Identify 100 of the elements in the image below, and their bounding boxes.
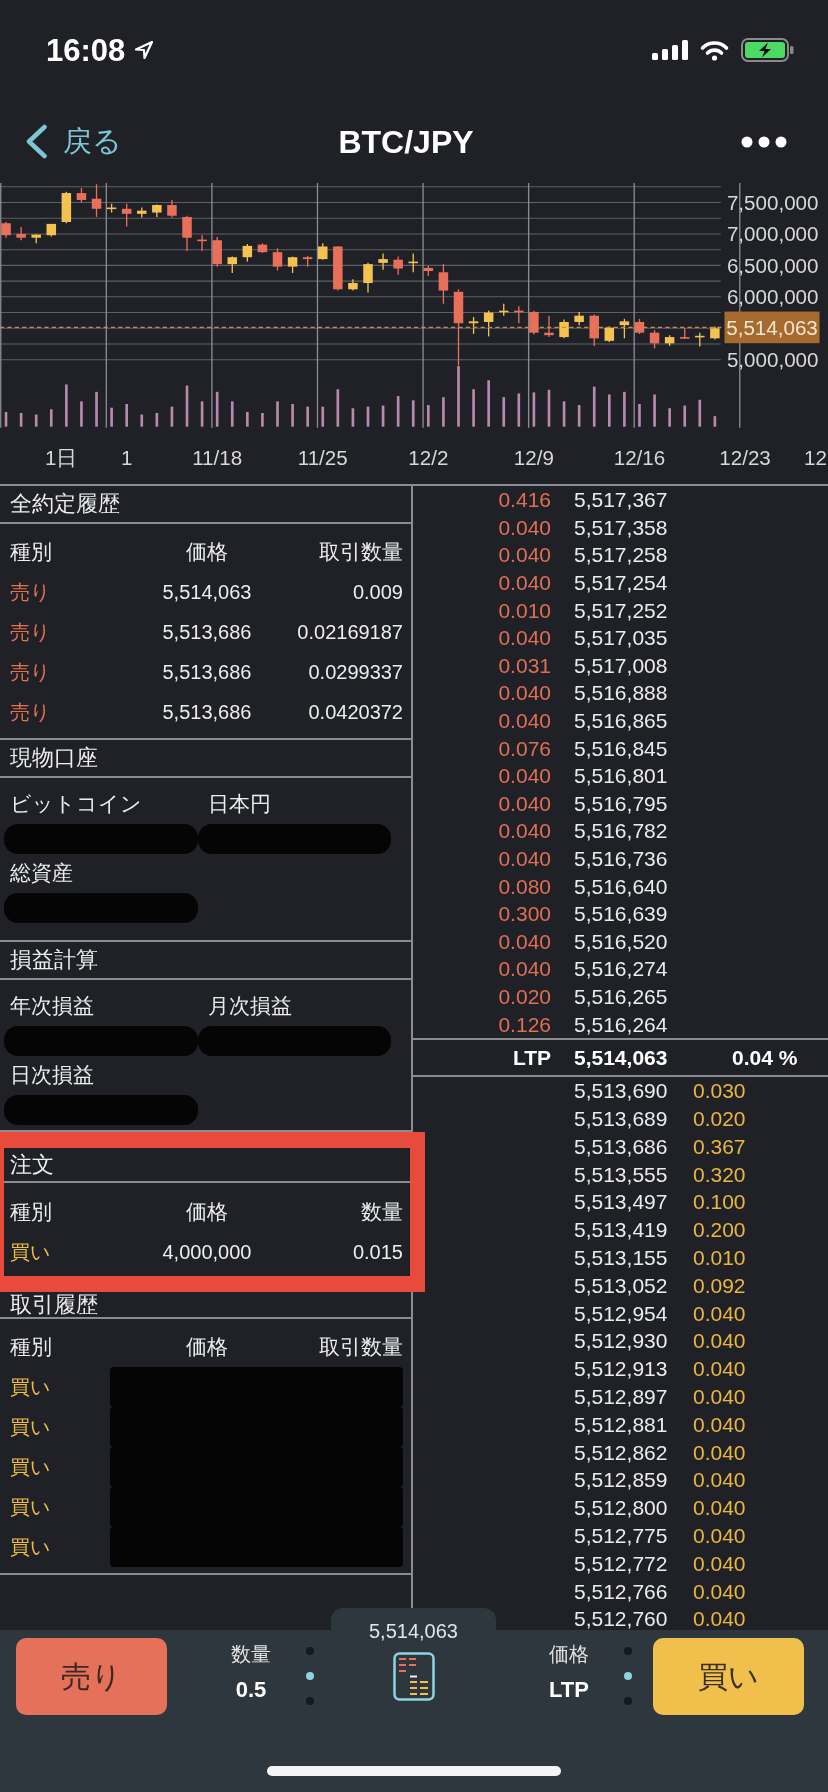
ask-amount: 0.416: [498, 489, 551, 511]
amount-value: 0.0299337: [308, 660, 403, 684]
wifi-icon: [699, 39, 730, 61]
ask-price: 5,516,736: [574, 848, 668, 869]
bid-amount: 0.040: [693, 1441, 746, 1463]
ask-price: 5,517,008: [574, 654, 668, 676]
back-button[interactable]: 戻る: [25, 124, 122, 159]
section-title: 全約定履歴: [10, 490, 120, 518]
candlestick: [212, 236, 222, 268]
ask-amount: 0.040: [498, 958, 551, 980]
bid-price: 5,513,155: [574, 1247, 668, 1269]
candlestick: [499, 303, 509, 317]
section-title: 注文: [10, 1151, 54, 1179]
field-label: 総資産: [10, 860, 73, 886]
bid-price: 5,512,930: [574, 1330, 668, 1352]
ask-amount: 0.040: [498, 930, 551, 952]
candlestick: [152, 203, 162, 218]
bid-amount: 0.040: [693, 1469, 746, 1491]
more-icon[interactable]: [741, 135, 787, 148]
field-label: 日本円: [208, 791, 271, 817]
location-arrow-icon: [134, 40, 155, 60]
bid-price: 5,513,052: [574, 1274, 668, 1296]
ask-amount: 0.010: [498, 599, 551, 621]
ask-price: 5,517,367: [574, 489, 668, 511]
candlestick: [664, 334, 675, 347]
bid-amount: 0.040: [693, 1552, 746, 1574]
ask-price: 5,516,888: [574, 682, 668, 704]
bid-amount: 0.092: [693, 1274, 746, 1296]
ask-amount: 0.040: [498, 572, 551, 594]
candlestick: [363, 262, 373, 294]
candlestick: [544, 315, 554, 338]
field-label: 日次損益: [10, 1062, 94, 1088]
bid-price: 5,513,497: [574, 1191, 668, 1213]
candlestick: [257, 242, 268, 254]
ask-price: 5,516,782: [574, 820, 668, 842]
ask-amount: 0.040: [498, 682, 551, 704]
price-value: 5,513,686: [162, 620, 252, 644]
ask-price: 5,516,795: [574, 792, 668, 814]
date-axis-label: 11/18: [192, 445, 243, 469]
candlestick: [197, 234, 207, 252]
date-axis-label: 12/2: [408, 445, 449, 469]
ask-price: 5,517,358: [574, 516, 668, 538]
field-label: ビットコイン: [10, 791, 142, 817]
price-axis-label: 6,000,000: [726, 285, 819, 309]
ask-price: 5,516,640: [574, 875, 668, 897]
candlestick: [137, 206, 147, 219]
candlestick: [574, 311, 584, 326]
candlestick: [393, 255, 403, 276]
candlestick: [438, 263, 449, 305]
candlestick: [710, 325, 720, 341]
buy-button[interactable]: 買い: [653, 1638, 804, 1715]
bid-amount: 0.040: [693, 1330, 746, 1352]
candlestick: [31, 233, 41, 245]
section-title: 取引履歴: [10, 1292, 98, 1317]
bid-amount: 0.040: [693, 1302, 746, 1324]
date-axis-label: 12/16: [613, 445, 666, 469]
ask-amount: 0.040: [498, 820, 551, 842]
candlestick: [679, 327, 690, 340]
order-side: 売り: [10, 700, 50, 724]
ask-amount: 0.040: [498, 544, 551, 566]
bid-price: 5,513,419: [574, 1219, 668, 1241]
quantity-label: 数量: [231, 1642, 271, 1667]
candlestick: [16, 226, 26, 241]
last-price-tag: 5,514,063: [724, 311, 820, 344]
amount-value: 0.015: [352, 1240, 403, 1264]
quantity-value: 0.5: [235, 1676, 267, 1704]
candlestick: [1, 221, 11, 239]
ask-price: 5,516,274: [574, 958, 668, 980]
ask-amount: 0.040: [498, 710, 551, 732]
ask-amount: 0.040: [498, 765, 551, 787]
candlestick: [302, 255, 313, 268]
column-header: 取引数量: [319, 1334, 403, 1360]
bid-price: 5,513,690: [574, 1080, 668, 1102]
bid-price: 5,512,913: [574, 1358, 668, 1380]
ask-price: 5,517,258: [574, 544, 668, 566]
status-time: 16:08: [46, 34, 126, 66]
candlestick: [76, 187, 87, 204]
chevron-left-icon: [25, 124, 48, 159]
candlestick: [46, 223, 57, 238]
date-axis-label: 1: [120, 445, 133, 469]
interval-selector[interactable]: 1日: [44, 445, 78, 469]
sell-button[interactable]: 売り: [16, 1638, 167, 1715]
bid-amount: 0.040: [693, 1580, 746, 1602]
column-header: 価格: [186, 539, 228, 565]
price-type-label: 価格: [549, 1642, 589, 1667]
price-axis-label: 7,500,000: [726, 190, 819, 214]
candlestick: [695, 332, 705, 348]
price-axis-label: 6,500,000: [726, 253, 819, 277]
candlestick: [242, 243, 253, 263]
price-axis-label: 7,000,000: [726, 222, 819, 246]
bid-price: 5,512,859: [574, 1469, 668, 1491]
column-header: 数量: [361, 1199, 403, 1225]
candlestick: [318, 242, 328, 261]
order-side: 売り: [10, 580, 50, 604]
bid-amount: 0.020: [693, 1108, 746, 1130]
bid-amount: 0.040: [693, 1497, 746, 1519]
order-side: 売り: [10, 660, 50, 684]
candlestick: [589, 313, 599, 347]
amount-value: 0.0420372: [308, 700, 403, 724]
ask-amount: 0.040: [498, 792, 551, 814]
